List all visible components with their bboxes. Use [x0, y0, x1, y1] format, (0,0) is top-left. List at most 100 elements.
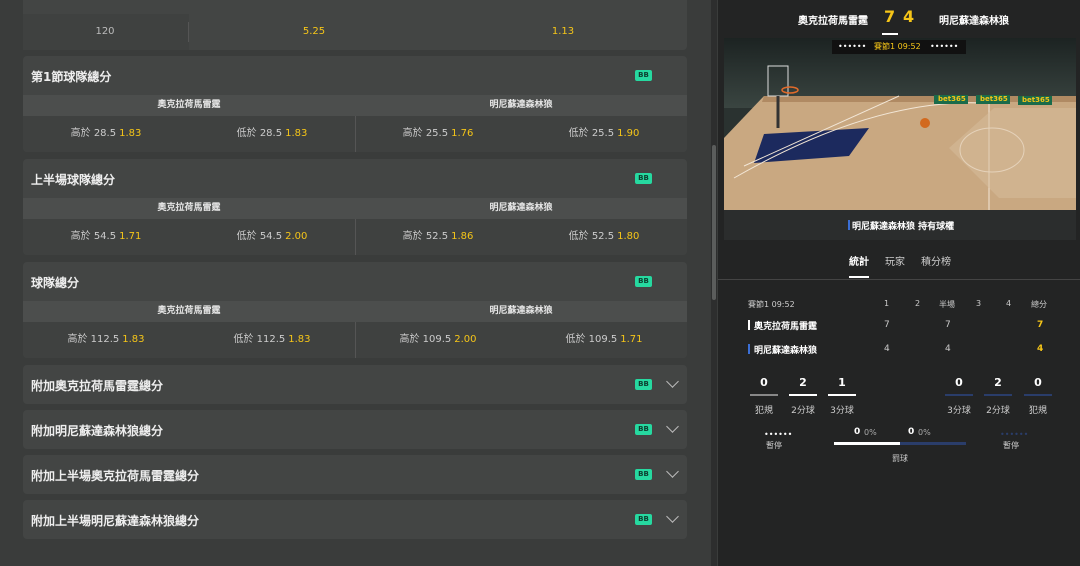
bet-builder-badge: BB — [635, 379, 652, 390]
scrollbar[interactable] — [711, 0, 717, 566]
stat-label: 3分球 — [947, 406, 971, 416]
away-free-throws: 0 — [908, 427, 915, 437]
odds-button[interactable]: 1.13 — [439, 0, 687, 64]
header-q1: 1 — [884, 299, 890, 308]
bet-builder-badge: BB — [635, 70, 652, 81]
odds-button[interactable]: 低於 109.5 1.71 — [521, 322, 687, 358]
odds-button[interactable]: 高於 52.5 1.86 — [355, 219, 521, 255]
free-throw-label: 罰球 — [892, 454, 908, 463]
odds-button[interactable]: 高於 112.5 1.83 — [23, 322, 189, 358]
stat-label: 2分球 — [986, 406, 1010, 416]
market-card-half-team-total: 上半場球隊總分 BB 奧克拉荷馬雷霆 明尼蘇達森林狼 高於 54.5 1.71 低… — [23, 159, 687, 255]
odds-button[interactable]: 低於 54.5 2.00 — [189, 219, 355, 255]
stat-label: 犯規 — [754, 406, 773, 416]
game-clock-bar: •••••• 賽節1 09:52 •••••• — [832, 40, 966, 54]
away-timeout-dots: •••••• — [1000, 430, 1029, 439]
chevron-down-icon[interactable] — [666, 465, 679, 478]
home-free-throws: 0 — [854, 427, 861, 437]
market-title[interactable]: 球隊總分 — [31, 274, 79, 291]
bet-builder-badge: BB — [635, 424, 652, 435]
market-card-collapsed[interactable]: 附加上半場奧克拉荷馬雷霆總分 BB — [23, 455, 687, 494]
market-card-collapsed[interactable]: 附加上半場明尼蘇達森林狼總分 BB — [23, 500, 687, 539]
odds-button[interactable]: 高於 54.5 1.71 — [23, 219, 189, 255]
odds-button[interactable]: 高於 28.5 1.83 — [23, 116, 189, 152]
odds-button[interactable]: 5.25 — [189, 0, 439, 64]
column-header-away: 明尼蘇達森林狼 — [355, 95, 687, 116]
odds-button[interactable]: 低於 52.5 1.80 — [521, 219, 687, 255]
match-panel: 奧克拉荷馬雷霆 7 4 明尼蘇達森林狼 bet365 bet365 bet365… — [718, 0, 1080, 566]
home-q1: 7 — [884, 320, 890, 330]
home-total: 7 — [1037, 320, 1044, 330]
possession-dots: •••••• — [838, 42, 867, 51]
ad-board: bet365 — [980, 95, 1008, 103]
market-card-collapsed[interactable]: 附加奧克拉荷馬雷霆總分 BB — [23, 365, 687, 404]
home-score: 7 — [884, 7, 896, 26]
odds-row: 高於 28.5 1.83 低於 28.5 1.83 高於 25.5 1.76 低於 2… — [23, 116, 687, 152]
header-q4: 4 — [1006, 299, 1012, 308]
stat-label: 犯規 — [1028, 406, 1047, 416]
market-title: 附加上半場奧克拉荷馬雷霆總分 — [31, 469, 200, 483]
header-total: 總分 — [1031, 300, 1047, 309]
possession-text: 明尼蘇達森林狼 持有球權 — [852, 222, 955, 232]
header-q3: 3 — [976, 299, 982, 308]
chevron-down-icon[interactable] — [666, 420, 679, 433]
column-header-home: 奧克拉荷馬雷霆 — [23, 198, 355, 219]
home-three-pointers: 1 — [838, 376, 846, 389]
away-fouls: 0 — [1034, 376, 1042, 389]
column-header-home: 奧克拉荷馬雷霆 — [23, 95, 355, 116]
bet-builder-badge: BB — [635, 514, 652, 525]
odds-button[interactable]: 低於 112.5 1.83 — [189, 322, 355, 358]
stat-label: 3分球 — [830, 406, 854, 416]
chevron-down-icon[interactable] — [666, 510, 679, 523]
away-q1: 4 — [884, 344, 890, 354]
market-card-team-total: 球隊總分 BB 奧克拉荷馬雷霆 明尼蘇達森林狼 高於 112.5 1.83 低於 … — [23, 262, 687, 358]
scrollbar-thumb[interactable] — [712, 145, 716, 300]
market-row-partial: 120 5.25 1.13 — [23, 0, 687, 50]
bet-builder-badge: BB — [635, 469, 652, 480]
market-card-q1-team-total: 第1節球隊總分 BB 奧克拉荷馬雷霆 明尼蘇達森林狼 高於 28.5 1.83 低… — [23, 56, 687, 152]
market-title[interactable]: 上半場球隊總分 — [31, 171, 115, 188]
bet-builder-badge: BB — [635, 276, 652, 287]
possession-dots: •••••• — [930, 42, 959, 51]
away-total: 4 — [1037, 344, 1044, 354]
markets-panel: 120 5.25 1.13 第1節球隊總分 BB 奧克拉荷馬雷霆 明尼蘇達森林狼… — [0, 0, 710, 566]
court-visualization: bet365 bet365 bet365 •••••• 賽節1 09:52 ••… — [724, 38, 1076, 210]
tab-standings[interactable]: 積分榜 — [921, 253, 951, 268]
away-two-pointers: 2 — [994, 376, 1002, 389]
away-three-pointers: 0 — [955, 376, 963, 389]
team-stats: 0 犯規 2 2分球 1 3分球 0 3分球 2 2分球 0 犯規 ••••••… — [718, 372, 1080, 492]
tab-players[interactable]: 玩家 — [885, 253, 905, 268]
home-team-name: 奧克拉荷馬雷霆 — [798, 16, 868, 27]
chevron-down-icon[interactable] — [666, 375, 679, 388]
header-half: 半場 — [939, 300, 955, 309]
market-title: 附加上半場明尼蘇達森林狼總分 — [31, 514, 200, 528]
market-title: 附加明尼蘇達森林狼總分 — [31, 424, 164, 438]
column-header-away: 明尼蘇達森林狼 — [355, 198, 687, 219]
table-away-team: 明尼蘇達森林狼 — [754, 346, 818, 356]
line-value: 120 — [95, 26, 115, 37]
odds-button[interactable]: 低於 28.5 1.83 — [189, 116, 355, 152]
odds-row: 高於 54.5 1.71 低於 54.5 2.00 高於 52.5 1.86 低於 5… — [23, 219, 687, 255]
market-card-collapsed[interactable]: 附加明尼蘇達森林狼總分 BB — [23, 410, 687, 449]
odds-button[interactable]: 低於 25.5 1.90 — [521, 116, 687, 152]
tab-stats[interactable]: 統計 — [849, 253, 869, 268]
home-two-pointers: 2 — [799, 376, 807, 389]
tab-bar: 統計 玩家 積分榜 — [718, 242, 1080, 280]
odds-button[interactable]: 高於 25.5 1.76 — [355, 116, 521, 152]
home-timeout-label: 暫停 — [766, 441, 782, 450]
home-timeout-dots: •••••• — [764, 430, 793, 439]
court-graphic — [724, 38, 1076, 210]
period-clock: 賽節1 09:52 — [874, 42, 921, 51]
column-header-away: 明尼蘇達森林狼 — [355, 301, 687, 322]
ad-board: bet365 — [1022, 96, 1050, 104]
table-home-team: 奧克拉荷馬雷霆 — [754, 322, 818, 332]
away-free-throw-pct: 0% — [918, 428, 931, 437]
home-fouls: 0 — [760, 376, 768, 389]
home-half: 7 — [945, 320, 951, 330]
column-header-home: 奧克拉荷馬雷霆 — [23, 301, 355, 322]
ad-board: bet365 — [938, 95, 966, 103]
away-half: 4 — [945, 344, 951, 354]
odds-button[interactable]: 高於 109.5 2.00 — [355, 322, 521, 358]
table-period: 賽節1 09:52 — [748, 300, 795, 309]
market-title[interactable]: 第1節球隊總分 — [31, 68, 111, 85]
